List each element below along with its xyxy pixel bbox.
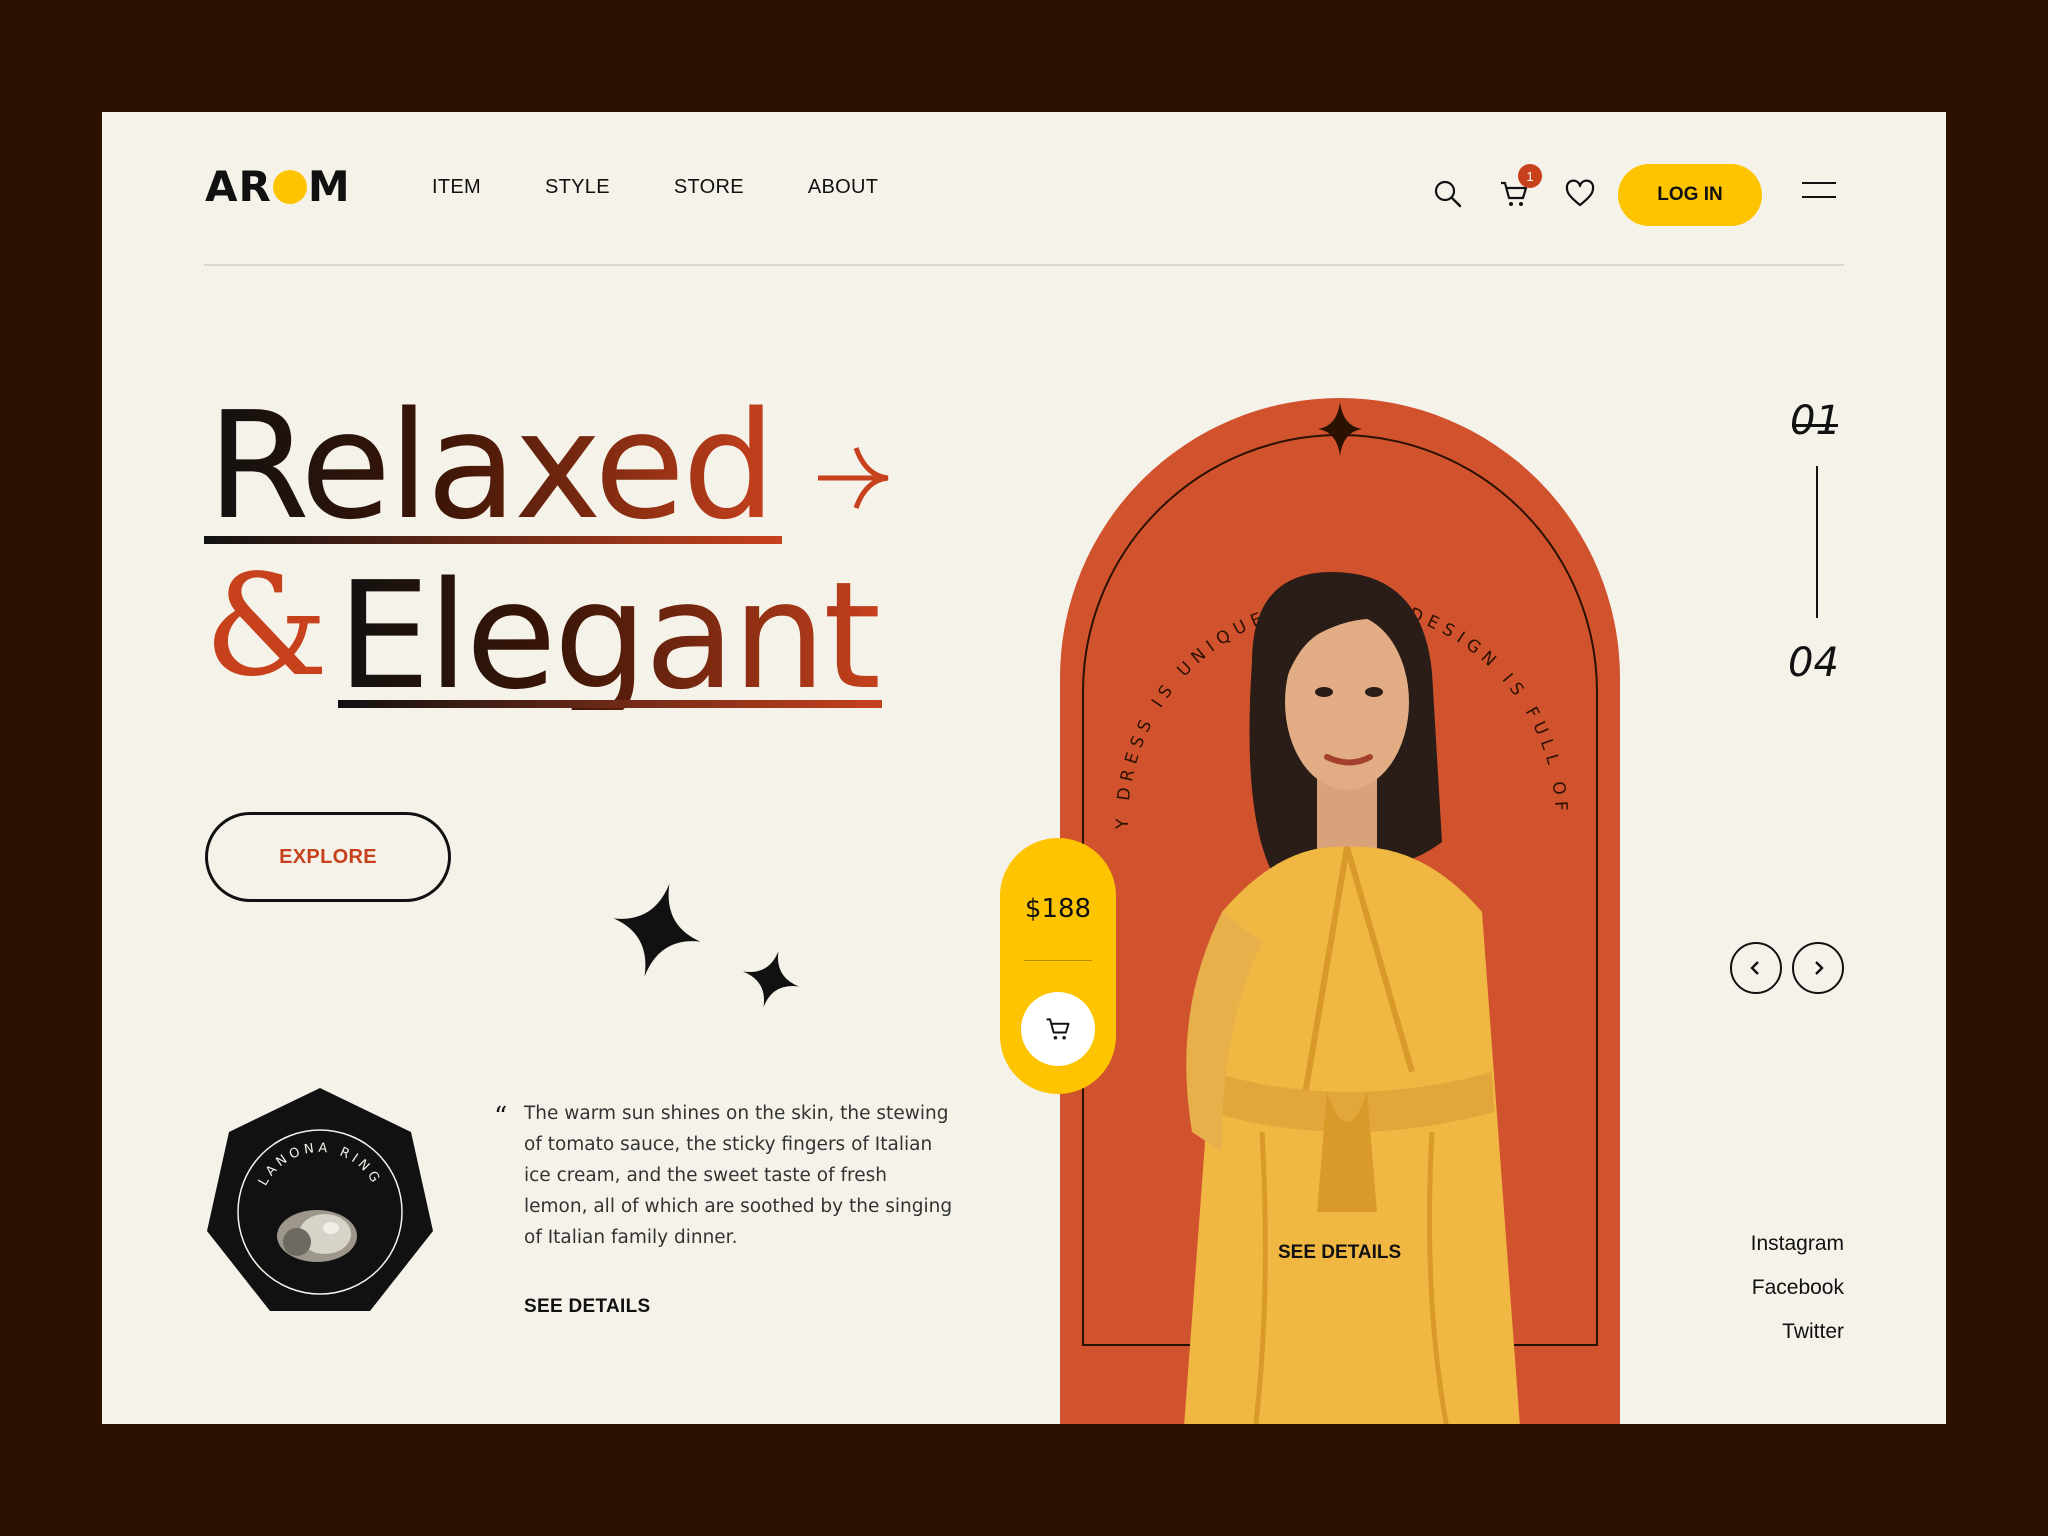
quote-see-details-link[interactable]: SEE DETAILS [524,1296,650,1318]
quote-text: The warm sun shines on the skin, the ste… [524,1103,953,1248]
arch-see-details-link[interactable]: SEE DETAILS [1278,1242,1401,1264]
model-photo [1184,572,1520,1424]
next-slide-button[interactable] [1792,942,1844,994]
hero-title-line1: Relaxed [207,380,776,552]
nav-item-style[interactable]: STYLE [545,176,610,199]
hero-title-line2: Elegant [337,550,881,722]
nav-item-store[interactable]: STORE [674,176,744,199]
page-progress-line [1816,466,1818,618]
main-nav: ITEM STYLE STORE ABOUT [432,176,942,199]
page-current-number: 01 [1790,398,1841,444]
hamburger-menu-icon[interactable] [1802,182,1836,202]
hero-title-ampersand: & [204,545,329,708]
hero-underline-2 [338,700,882,708]
chevron-left-icon [1750,961,1759,975]
cart-icon[interactable]: 1 [1498,164,1542,210]
cart-icon [1046,1018,1070,1040]
social-link-twitter[interactable]: Twitter [1751,1310,1844,1354]
heart-icon[interactable] [1564,178,1596,210]
price-pill: $188 [1000,838,1116,1094]
login-button[interactable]: LOG IN [1618,164,1762,226]
logo-dot [272,169,307,204]
sparkle-small-icon [742,950,800,1008]
page-current-strike [1792,424,1838,427]
price-divider [1024,960,1092,961]
chevron-right-icon [1815,961,1824,975]
prev-slide-button[interactable] [1730,942,1782,994]
logo-text-right: M [307,162,351,211]
nav-item-item[interactable]: ITEM [432,176,481,199]
cart-count-badge: 1 [1518,164,1542,188]
social-link-facebook[interactable]: Facebook [1751,1266,1844,1310]
sparkle-large-icon [613,883,701,977]
social-links: Instagram Facebook Twitter [1751,1222,1844,1354]
quote-mark-icon: “ [494,1102,508,1132]
lanona-ring-badge[interactable]: LANONA RING [205,1086,435,1316]
search-icon[interactable] [1432,178,1464,210]
page-frame: AR M ITEM STYLE STORE ABOUT 1 LOG IN Rel… [102,112,1946,1424]
ring-image [277,1210,357,1262]
nav-item-about[interactable]: ABOUT [808,176,878,199]
hero-underline-1 [204,536,782,544]
page-total-number: 04 [1788,640,1839,686]
brand-logo[interactable]: AR M [205,162,351,211]
header-icons: 1 [1432,164,1596,210]
social-link-instagram[interactable]: Instagram [1751,1222,1844,1266]
product-price: $188 [1024,894,1092,924]
header-divider [204,264,1844,266]
add-to-cart-button[interactable] [1021,992,1095,1066]
explore-button[interactable]: EXPLORE [205,812,451,902]
logo-text-left: AR [205,162,272,211]
arrow-right-icon [818,447,889,509]
